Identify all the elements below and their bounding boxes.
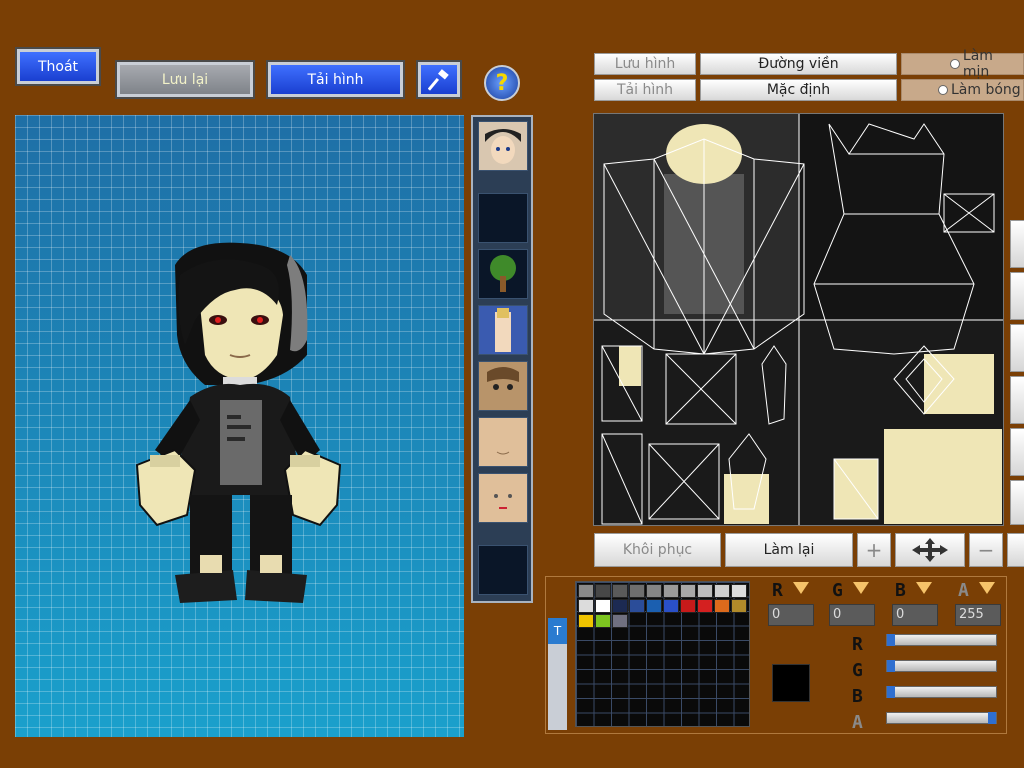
alpha-slider[interactable] [886, 712, 997, 724]
color-tab-strip[interactable]: T [548, 618, 567, 730]
blue-slider-thumb[interactable] [887, 686, 895, 698]
blue-value-field[interactable]: 0 [892, 604, 938, 626]
tool-strip-5[interactable] [1010, 428, 1024, 476]
palette-swatch[interactable] [646, 584, 662, 598]
palette-swatch[interactable] [612, 599, 628, 613]
tool-strip-1[interactable] [1010, 220, 1024, 268]
load-image-button[interactable]: Tải hình [268, 62, 403, 97]
palette-swatch[interactable] [578, 614, 594, 628]
palette-swatch[interactable] [697, 584, 713, 598]
green-slider-thumb[interactable] [887, 660, 895, 672]
zoom-in-button[interactable]: + [857, 533, 891, 567]
zoom-out-button[interactable]: − [969, 533, 1003, 567]
edit-tool-partial[interactable] [1007, 533, 1024, 567]
palette-swatch[interactable] [697, 599, 713, 613]
palette-swatch[interactable] [578, 584, 594, 598]
part-face-1-icon[interactable] [478, 361, 528, 411]
part-face-3-icon[interactable] [478, 473, 528, 523]
palette-swatch[interactable] [714, 599, 730, 613]
alpha-slider-thumb[interactable] [988, 712, 996, 724]
green-slider-label: G [852, 660, 863, 681]
palette-swatch[interactable] [731, 584, 747, 598]
shade-option[interactable]: Làm bóng [901, 79, 1024, 101]
part-empty-slot-2-icon[interactable] [478, 545, 528, 595]
move-arrows-icon [912, 538, 948, 562]
palette-swatch[interactable] [663, 599, 679, 613]
uv-wireframe [594, 114, 1003, 525]
character-model [135, 242, 342, 603]
tool-strip-6[interactable] [1010, 480, 1024, 525]
tool-strip-2[interactable] [1010, 272, 1024, 320]
move-button[interactable] [895, 533, 965, 567]
palette-swatch[interactable] [595, 584, 611, 598]
palette-swatch[interactable] [578, 599, 594, 613]
red-slider-label: R [852, 634, 863, 655]
redo-button[interactable]: Làm lại [725, 533, 853, 567]
blue-dropdown-icon[interactable] [916, 582, 932, 594]
shade-radio[interactable] [938, 85, 948, 95]
red-slider-thumb[interactable] [887, 634, 895, 646]
green-dropdown-icon[interactable] [853, 582, 869, 594]
help-button[interactable]: ? [484, 65, 520, 101]
red-dropdown-icon[interactable] [793, 582, 809, 594]
palette-swatch[interactable] [612, 614, 628, 628]
palette-swatch[interactable] [680, 584, 696, 598]
save-image-button[interactable]: Lưu hình [594, 53, 696, 75]
alpha-channel-label: A [958, 580, 969, 601]
alpha-slider-label: A [852, 712, 863, 733]
smooth-radio[interactable] [950, 59, 960, 69]
green-channel-label: G [832, 580, 843, 601]
alpha-dropdown-icon[interactable] [979, 582, 995, 594]
hammer-icon [428, 68, 449, 91]
character-preview-canvas[interactable] [15, 115, 464, 737]
blue-slider[interactable] [886, 686, 997, 698]
blue-slider-label: B [852, 686, 863, 707]
palette-swatch[interactable] [646, 599, 662, 613]
red-channel-label: R [772, 580, 783, 601]
tool-strip-4[interactable] [1010, 376, 1024, 424]
palette-swatch[interactable] [629, 584, 645, 598]
alpha-value-field[interactable]: 255 [955, 604, 1001, 626]
red-value-field[interactable]: 0 [768, 604, 814, 626]
save-button[interactable]: Lưu lại [117, 62, 253, 97]
help-icon: ? [495, 70, 509, 96]
part-empty-slot-1-icon[interactable] [478, 193, 528, 243]
red-slider[interactable] [886, 634, 997, 646]
part-body-icon[interactable] [478, 305, 528, 355]
palette-swatch[interactable] [731, 599, 747, 613]
shade-label: Làm bóng [951, 82, 1021, 98]
exit-button[interactable]: Thoát [17, 49, 99, 84]
default-button[interactable]: Mặc định [700, 79, 897, 101]
tool-strip-3[interactable] [1010, 324, 1024, 372]
color-tab-active[interactable]: T [548, 618, 567, 644]
blue-channel-label: B [895, 580, 906, 601]
uv-texture-map[interactable] [593, 113, 1004, 526]
palette-swatch[interactable] [714, 584, 730, 598]
palette-swatch[interactable] [629, 599, 645, 613]
outline-button[interactable]: Đường viền [700, 53, 897, 75]
part-face-2-icon[interactable] [478, 417, 528, 467]
palette-swatch[interactable] [612, 584, 628, 598]
smooth-option[interactable]: Làm mịn [901, 48, 1024, 80]
palette-swatch[interactable] [595, 599, 611, 613]
color-preview-swatch [772, 664, 810, 702]
part-head-icon[interactable] [478, 121, 528, 171]
green-slider[interactable] [886, 660, 997, 672]
color-palette-grid[interactable] [575, 581, 750, 727]
palette-swatch[interactable] [680, 599, 696, 613]
part-tree-icon[interactable] [478, 249, 528, 299]
palette-swatch[interactable] [595, 614, 611, 628]
load-image-uv-button[interactable]: Tải hình [594, 79, 696, 101]
palette-swatch[interactable] [663, 584, 679, 598]
part-list[interactable] [471, 115, 533, 603]
restore-button[interactable]: Khôi phục [594, 533, 721, 567]
smooth-label: Làm mịn [962, 48, 993, 80]
hammer-button[interactable] [418, 62, 460, 97]
green-value-field[interactable]: 0 [829, 604, 875, 626]
